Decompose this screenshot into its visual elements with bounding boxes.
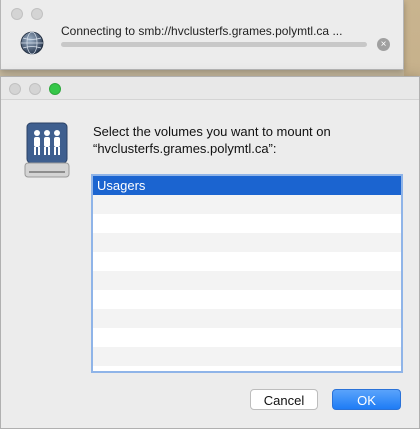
connection-progress-bar xyxy=(61,42,367,47)
volume-empty-row xyxy=(93,290,401,309)
volume-empty-row xyxy=(93,328,401,347)
volume-empty-row xyxy=(93,309,401,328)
stop-connection-button[interactable]: × xyxy=(377,38,390,51)
connection-progress-window: Connecting to smb://hvclusterfs.grames.p… xyxy=(0,0,404,70)
prompt-line-2: “hvclusterfs.grames.polymtl.ca”: xyxy=(93,141,277,156)
volume-empty-row xyxy=(93,195,401,214)
dialog-close-button[interactable] xyxy=(9,83,21,95)
volume-list[interactable]: Usagers xyxy=(91,174,403,373)
volume-empty-row xyxy=(93,233,401,252)
dialog-window-controls xyxy=(9,83,61,95)
dialog-zoom-button[interactable] xyxy=(49,83,61,95)
network-globe-icon xyxy=(20,31,44,55)
mount-volume-dialog: Select the volumes you want to mount on … xyxy=(0,76,420,429)
volume-empty-row xyxy=(93,252,401,271)
window-controls xyxy=(11,8,43,20)
close-window-button[interactable] xyxy=(11,8,23,20)
dialog-titlebar xyxy=(1,77,419,100)
volume-empty-row xyxy=(93,214,401,233)
volume-empty-row xyxy=(93,347,401,366)
connecting-status-text: Connecting to smb://hvclusterfs.grames.p… xyxy=(61,24,343,38)
cancel-button[interactable]: Cancel xyxy=(250,389,318,410)
mount-prompt: Select the volumes you want to mount on … xyxy=(93,123,331,157)
minimize-window-button[interactable] xyxy=(31,8,43,20)
ok-button[interactable]: OK xyxy=(332,389,401,410)
volume-empty-row xyxy=(93,271,401,290)
shared-drive-icon xyxy=(24,122,70,178)
dialog-minimize-button[interactable] xyxy=(29,83,41,95)
volume-item[interactable]: Usagers xyxy=(93,176,401,195)
prompt-line-1: Select the volumes you want to mount on xyxy=(93,124,331,139)
